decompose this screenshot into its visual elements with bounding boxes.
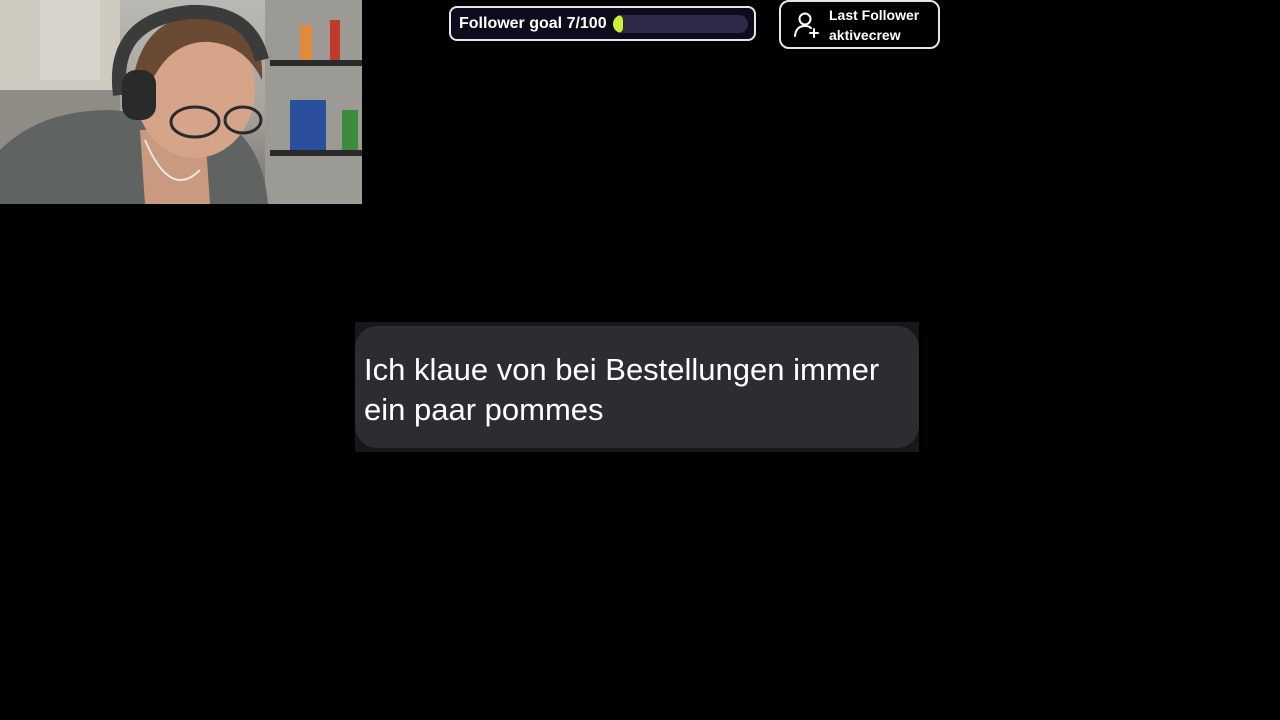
webcam-scene <box>0 0 362 204</box>
message-bubble: Ich klaue von bei Bestellungen immer ein… <box>355 326 919 448</box>
last-follower-text: Last Follower aktivecrew <box>829 5 919 45</box>
message-text: Ich klaue von bei Bestellungen immer ein… <box>364 352 880 427</box>
follower-goal-widget: Follower goal 7/100 <box>449 6 756 41</box>
follower-goal-progress-track <box>612 14 748 33</box>
follower-goal-progress-fill <box>612 14 623 33</box>
message-card: Ich klaue von bei Bestellungen immer ein… <box>355 322 919 452</box>
follower-goal-label: Follower goal 7/100 <box>459 14 607 32</box>
user-plus-icon <box>794 12 819 38</box>
last-follower-widget: Last Follower aktivecrew <box>779 0 940 49</box>
webcam-feed <box>0 0 362 204</box>
stream-overlay: Follower goal 7/100 Last Follower aktive… <box>0 0 1280 720</box>
last-follower-title: Last Follower <box>829 6 920 23</box>
last-follower-name: aktivecrew <box>829 26 901 43</box>
